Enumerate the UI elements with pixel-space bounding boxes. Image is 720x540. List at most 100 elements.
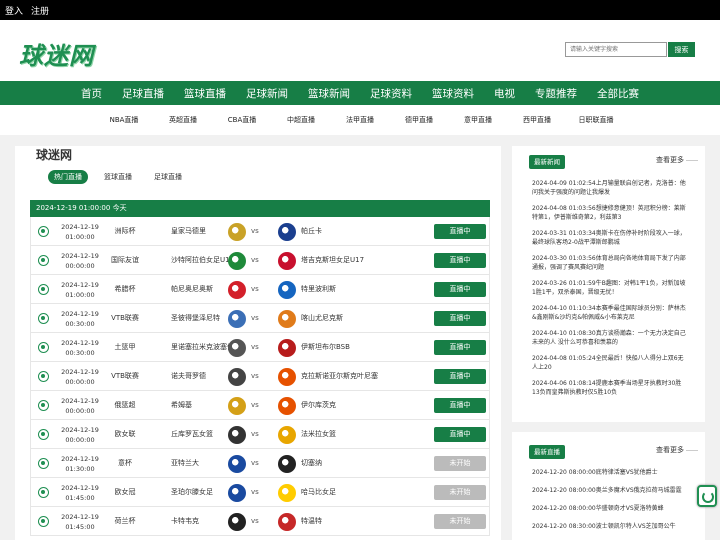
away-team-logo-icon [278, 252, 296, 270]
search-input[interactable] [565, 42, 667, 57]
home-team[interactable]: 皇家马德里 [171, 217, 206, 246]
home-team[interactable]: 丘库罗瓦女篮 [171, 420, 213, 449]
news-item[interactable]: 2024-04-08 01:03:56想捷修意健顶！英冠积分榜：莱斯特第1，伊普… [532, 204, 687, 222]
away-team[interactable]: 克拉斯诺亚尔斯克叶尼塞 [301, 362, 378, 391]
match-date: 2024-12-19 [61, 368, 99, 376]
tab-football-live[interactable]: 足球直播 [148, 170, 188, 184]
subnav-item-laliga[interactable]: 西甲直播 [508, 115, 567, 125]
watch-live-button[interactable]: 直播中 [434, 369, 486, 384]
not-started-button[interactable]: 未开始 [434, 514, 486, 529]
away-team[interactable]: 伊尔库茨克 [301, 391, 336, 420]
sport-ball-icon [38, 516, 49, 527]
match-date: 2024-12-19 [61, 455, 99, 463]
watch-live-button[interactable]: 直播中 [434, 224, 486, 239]
subnav-item-ligue1[interactable]: 法甲直播 [331, 115, 390, 125]
vs-label: vs [251, 517, 259, 525]
login-link[interactable]: 登入 [5, 4, 23, 17]
match-date: 2024-12-19 [61, 281, 99, 289]
subnav-item-epl[interactable]: 英超直播 [154, 115, 213, 125]
home-team[interactable]: 希姆基 [171, 391, 192, 420]
watch-live-button[interactable]: 直播中 [434, 282, 486, 297]
nav-item-topics[interactable]: 专题推荐 [525, 86, 587, 101]
match-row: 2024-12-19 00:30:00 土篮甲 里诺塞拉米克波塞伦 vs 伊斯坦布尔BSB… [30, 333, 490, 362]
live-item[interactable]: 2024-12-20 08:00:00华盛顿奇才VS夏洛特黄蜂 [532, 504, 692, 513]
subnav-item-cba[interactable]: CBA直播 [213, 115, 272, 125]
watch-live-button[interactable]: 直播中 [434, 253, 486, 268]
away-team[interactable]: 帕丘卡 [301, 217, 322, 246]
away-team[interactable]: 特温特 [301, 507, 322, 536]
live-item[interactable]: 2024-12-20 08:00:00底特律活塞VS犹他爵士 [532, 468, 692, 477]
away-team[interactable]: 切塞纳 [301, 449, 322, 478]
match-clock: 00:30:00 [65, 349, 95, 357]
vs-label: vs [251, 430, 259, 438]
news-item[interactable]: 2024-04-08 01:05:24全民最后！快船八人得分上双6无人上20 [532, 354, 687, 372]
watch-live-button[interactable]: 直播中 [434, 340, 486, 355]
home-team[interactable]: 沙特阿拉伯女足U17 [171, 246, 234, 275]
watch-live-button[interactable]: 直播中 [434, 427, 486, 442]
news-item[interactable]: 2024-04-06 01:08:14提鹿本赛季当场星牙执教时30胜13负而皇弗… [532, 379, 687, 397]
refresh-icon[interactable] [697, 485, 717, 507]
nav-item-home[interactable]: 首页 [71, 86, 112, 101]
not-started-button[interactable]: 未开始 [434, 485, 486, 500]
match-league: 俄篮超 [114, 401, 136, 409]
subnav-item-nba[interactable]: NBA直播 [95, 115, 154, 125]
news-item[interactable]: 2024-04-10 01:08:30真方谈杨瀚森：一个无力决定自己未来的人 没… [532, 329, 687, 347]
nav-item-basketball-live[interactable]: 篮球直播 [174, 86, 236, 101]
home-team[interactable]: 亚特兰大 [171, 449, 199, 478]
watch-live-button[interactable]: 直播中 [434, 311, 486, 326]
nav-item-basketball-data[interactable]: 篮球资料 [422, 86, 484, 101]
match-time: 2024-12-19 00:00:00 [59, 367, 101, 387]
home-team[interactable]: 诺夫哥罗德 [171, 362, 206, 391]
away-team[interactable]: 塔吉克斯坦女足U17 [301, 246, 364, 275]
subnav-item-bundesliga[interactable]: 德甲直播 [390, 115, 449, 125]
home-team-logo-icon [228, 252, 246, 270]
live-more-link[interactable]: 查看更多 [656, 445, 698, 455]
home-team[interactable]: 里诺塞拉米克波塞伦 [171, 333, 234, 362]
live-item[interactable]: 2024-12-20 08:00:00奥兰多魔术VS俄克拉荷马城雷霆 [532, 486, 692, 495]
live-sidebar: 最新直播 查看更多 2024-12-20 08:00:00底特律活塞VS犹他爵士… [512, 432, 705, 540]
sport-ball-icon [38, 255, 49, 266]
away-team[interactable]: 特里波利斯 [301, 275, 336, 304]
nav-item-basketball-news[interactable]: 篮球新闻 [298, 86, 360, 101]
vs-label: vs [251, 372, 259, 380]
news-item[interactable]: 2024-03-26 01:01:59牛B趣图：对韩1平1负，对新加坡1胜1平，… [532, 279, 687, 297]
register-link[interactable]: 注册 [31, 4, 49, 17]
sport-ball-icon [38, 429, 49, 440]
match-time: 2024-12-19 01:45:00 [59, 483, 101, 503]
watch-live-button[interactable]: 直播中 [434, 398, 486, 413]
match-date: 2024-12-19 [61, 252, 99, 260]
news-more-link[interactable]: 查看更多 [656, 155, 698, 165]
match-date: 2024-12-19 [61, 513, 99, 521]
home-team[interactable]: 帕尼奥尼奥斯 [171, 275, 213, 304]
not-started-button[interactable]: 未开始 [434, 456, 486, 471]
away-team[interactable]: 喀山尤尼克斯 [301, 304, 343, 333]
news-item[interactable]: 2024-04-10 01:10:34本赛季最佳国际球员分别：萨林杰&鑫刚斯&沙… [532, 304, 687, 322]
news-item[interactable]: 2024-04-09 01:02:54上月输量联启创记者，克洛普：他问我关于强度… [532, 179, 687, 197]
nav-item-football-news[interactable]: 足球新闻 [236, 86, 298, 101]
away-team[interactable]: 法米拉女篮 [301, 420, 336, 449]
live-item[interactable]: 2024-12-20 08:30:00波士顿凯尔特人VS芝加哥公牛 [532, 522, 692, 531]
match-time: 2024-12-19 01:45:00 [59, 512, 101, 532]
away-team-logo-icon [278, 339, 296, 357]
subnav-item-csl[interactable]: 中超直播 [272, 115, 331, 125]
home-team[interactable]: 圣珀尔滕女足 [171, 478, 213, 507]
home-team[interactable]: 圣彼得堡泽尼特 [171, 304, 220, 333]
subnav-item-jleague[interactable]: 日职联直播 [567, 115, 626, 125]
subnav-item-seriea[interactable]: 意甲直播 [449, 115, 508, 125]
nav-item-football-data[interactable]: 足球资料 [360, 86, 422, 101]
news-item[interactable]: 2024-03-31 01:03:34奥斯卡在伤停补时阶段攻入一球，最终球队客场… [532, 229, 687, 247]
nav-item-all-matches[interactable]: 全部比赛 [587, 86, 649, 101]
away-team[interactable]: 伊斯坦布尔BSB [301, 333, 350, 362]
tab-basketball-live[interactable]: 篮球直播 [98, 170, 138, 184]
tab-hot-live[interactable]: 热门直播 [48, 170, 88, 184]
home-team[interactable]: 卡特韦克 [171, 507, 199, 536]
nav-item-football-live[interactable]: 足球直播 [112, 86, 174, 101]
search-button[interactable]: 搜索 [668, 42, 695, 57]
match-clock: 01:45:00 [65, 523, 95, 531]
nav-item-tv[interactable]: 电视 [484, 86, 525, 101]
vs-label: vs [251, 314, 259, 322]
home-team-logo-icon [228, 310, 246, 328]
news-item[interactable]: 2024-03-30 01:03:56体育总局向各地体育局下发了内部通报，强调了… [532, 254, 687, 272]
away-team[interactable]: 哈马比女足 [301, 478, 336, 507]
site-logo[interactable]: 球迷网 [19, 36, 94, 71]
